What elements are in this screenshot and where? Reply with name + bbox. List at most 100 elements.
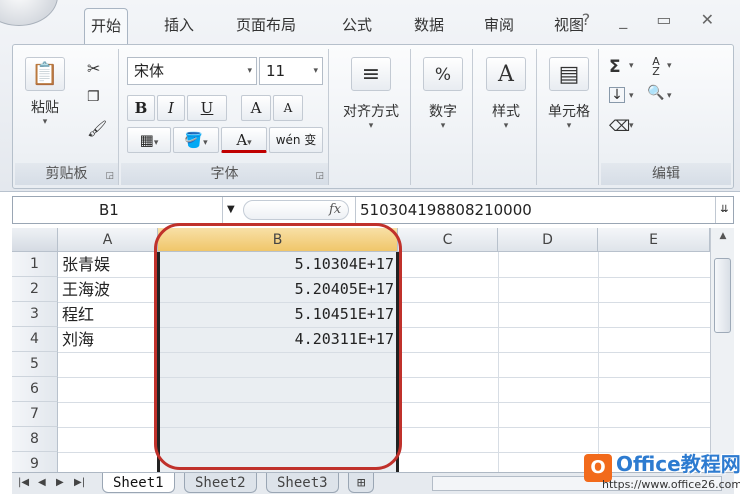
editing-label: 编辑 [652, 166, 680, 182]
tab-formulas[interactable]: 公式 [336, 8, 378, 44]
alignment-label: 对齐方式 [343, 104, 399, 120]
row-header[interactable]: 9 [12, 452, 58, 472]
tab-page-layout[interactable]: 页面布局 [230, 8, 302, 44]
name-box[interactable]: B1 [13, 197, 223, 223]
prev-sheet-icon[interactable]: ◀ [38, 473, 46, 493]
shrink-font-button[interactable]: A [273, 95, 303, 121]
cells-icon: ▤ [549, 57, 589, 91]
bold-button[interactable]: B [127, 95, 155, 121]
row-header[interactable]: 3 [12, 302, 58, 327]
row-header[interactable]: 7 [12, 402, 58, 427]
first-sheet-icon[interactable]: |◀ [18, 473, 29, 493]
sheet-tab-3[interactable]: Sheet3 [266, 473, 339, 493]
font-color-button[interactable]: A▾ [221, 127, 267, 153]
insert-function-icon[interactable]: fx [329, 197, 341, 223]
cell-a3[interactable]: 程红 [62, 302, 156, 327]
number-label: 数字 [429, 104, 457, 120]
paste-label: 粘贴 [31, 100, 59, 116]
chevron-down-icon[interactable]: ▾ [629, 61, 634, 71]
sort-filter-icon[interactable]: A Z [647, 56, 665, 77]
alignment-button[interactable]: ≡ 对齐方式 ▾ [333, 57, 409, 131]
tab-insert[interactable]: 插入 [158, 8, 200, 44]
font-color-value: A [236, 131, 248, 149]
chevron-down-icon[interactable]: ▼ [227, 197, 235, 223]
chevron-down-icon: ▾ [503, 121, 509, 131]
row-header[interactable]: 6 [12, 377, 58, 402]
ribbon: 开始 插入 页面布局 公式 数据 审阅 视图 ? _ ▭ ✕ 📋 粘贴 ▾ ✂ … [0, 0, 740, 192]
fill-color-icon: 🪣 [184, 131, 204, 149]
sheet-tab-1[interactable]: Sheet1 [102, 473, 175, 493]
row-header[interactable]: 5 [12, 352, 58, 377]
phonetic-label: wén 变 [275, 133, 317, 147]
font-size-combo[interactable]: 11 ▾ [259, 57, 323, 85]
formula-input[interactable]: 510304198808210000 [355, 197, 715, 223]
chevron-down-icon: ▾ [566, 121, 572, 131]
vertical-scrollbar[interactable]: ▲ [710, 228, 734, 472]
watermark-title: Office教程网 [616, 452, 740, 476]
chevron-down-icon: ▾ [368, 121, 374, 131]
chevron-down-icon[interactable]: ▾ [247, 58, 252, 84]
font-name-combo[interactable]: 宋体 ▾ [127, 57, 257, 85]
clipboard-group-label: 剪贴板 [15, 163, 118, 185]
fill-icon[interactable]: ↓ [609, 87, 625, 103]
chevron-down-icon[interactable]: ▾ [629, 121, 634, 131]
chevron-down-icon[interactable]: ▾ [629, 91, 634, 101]
borders-button[interactable]: ▦▾ [127, 127, 171, 153]
chevron-down-icon[interactable]: ▾ [667, 61, 672, 71]
chevron-down-icon[interactable]: ▾ [313, 58, 318, 84]
cells-button[interactable]: ▤ 单元格 ▾ [541, 57, 597, 131]
column-header-e[interactable]: E [598, 228, 710, 252]
expand-formula-bar-icon[interactable]: ⇊ [715, 197, 733, 223]
column-header-c[interactable]: C [398, 228, 498, 252]
formula-bar: B1 ▼ fx 510304198808210000 ⇊ [12, 196, 734, 224]
autosum-icon[interactable]: Σ [609, 57, 621, 77]
styles-button[interactable]: A 样式 ▾ [483, 57, 529, 131]
paste-button[interactable]: 📋 粘贴 ▾ [23, 57, 67, 127]
row-header[interactable]: 1 [12, 252, 58, 277]
styles-label: 样式 [492, 104, 520, 120]
format-painter-icon[interactable]: 🖌 [87, 119, 107, 138]
column-header-d[interactable]: D [498, 228, 598, 252]
find-select-icon[interactable]: 🔍 [647, 85, 664, 101]
tab-review[interactable]: 审阅 [478, 8, 520, 44]
grow-font-button[interactable]: A [241, 95, 271, 121]
fill-color-button[interactable]: 🪣▾ [173, 127, 219, 153]
clear-icon[interactable]: ⌫ [609, 117, 630, 135]
font-size-value: 11 [266, 62, 286, 80]
dialog-launcher-icon[interactable]: ◲ [105, 171, 114, 181]
italic-button[interactable]: I [157, 95, 185, 121]
cell-a1[interactable]: 张青娱 [62, 252, 156, 277]
last-sheet-icon[interactable]: ▶| [74, 473, 85, 493]
alignment-group: ≡ 对齐方式 ▾ [331, 49, 411, 185]
cell-a2[interactable]: 王海波 [62, 277, 156, 302]
window-controls[interactable]: ? _ ▭ ✕ [582, 10, 726, 29]
tab-home[interactable]: 开始 [84, 8, 129, 46]
chevron-down-icon: ▾ [440, 121, 446, 131]
chevron-down-icon[interactable]: ▾ [667, 91, 672, 101]
next-sheet-icon[interactable]: ▶ [56, 473, 64, 493]
row-header[interactable]: 2 [12, 277, 58, 302]
cut-icon[interactable]: ✂ [87, 59, 100, 78]
row-header[interactable]: 4 [12, 327, 58, 352]
cell-a4[interactable]: 刘海 [62, 327, 156, 352]
font-name-value: 宋体 [134, 62, 165, 80]
sheet-tab-2[interactable]: Sheet2 [184, 473, 257, 493]
copy-icon[interactable]: ❐ [87, 89, 100, 105]
editing-group: Σ ▾ A Z ▾ ↓ ▾ 🔍 ▾ ⌫ ▾ 编辑 [601, 49, 731, 185]
dialog-launcher-icon[interactable]: ◲ [315, 171, 324, 181]
tab-data[interactable]: 数据 [408, 8, 450, 44]
watermark-url: https://www.office26.com [602, 478, 740, 491]
paste-icon: 📋 [25, 57, 65, 91]
row-header[interactable]: 8 [12, 427, 58, 452]
cells-group: ▤ 单元格 ▾ [539, 49, 599, 185]
office-button[interactable] [0, 0, 58, 26]
gridline [498, 252, 499, 472]
phonetic-button[interactable]: wén 变 [269, 127, 323, 153]
number-format-button[interactable]: % 数字 ▾ [421, 57, 465, 131]
select-all-button[interactable] [12, 228, 58, 252]
scrollbar-thumb[interactable] [714, 258, 731, 333]
scroll-up-icon[interactable]: ▲ [711, 228, 735, 244]
insert-sheet-button[interactable]: ⊞ [348, 473, 375, 493]
underline-button[interactable]: U [187, 95, 227, 121]
column-header-a[interactable]: A [58, 228, 158, 252]
